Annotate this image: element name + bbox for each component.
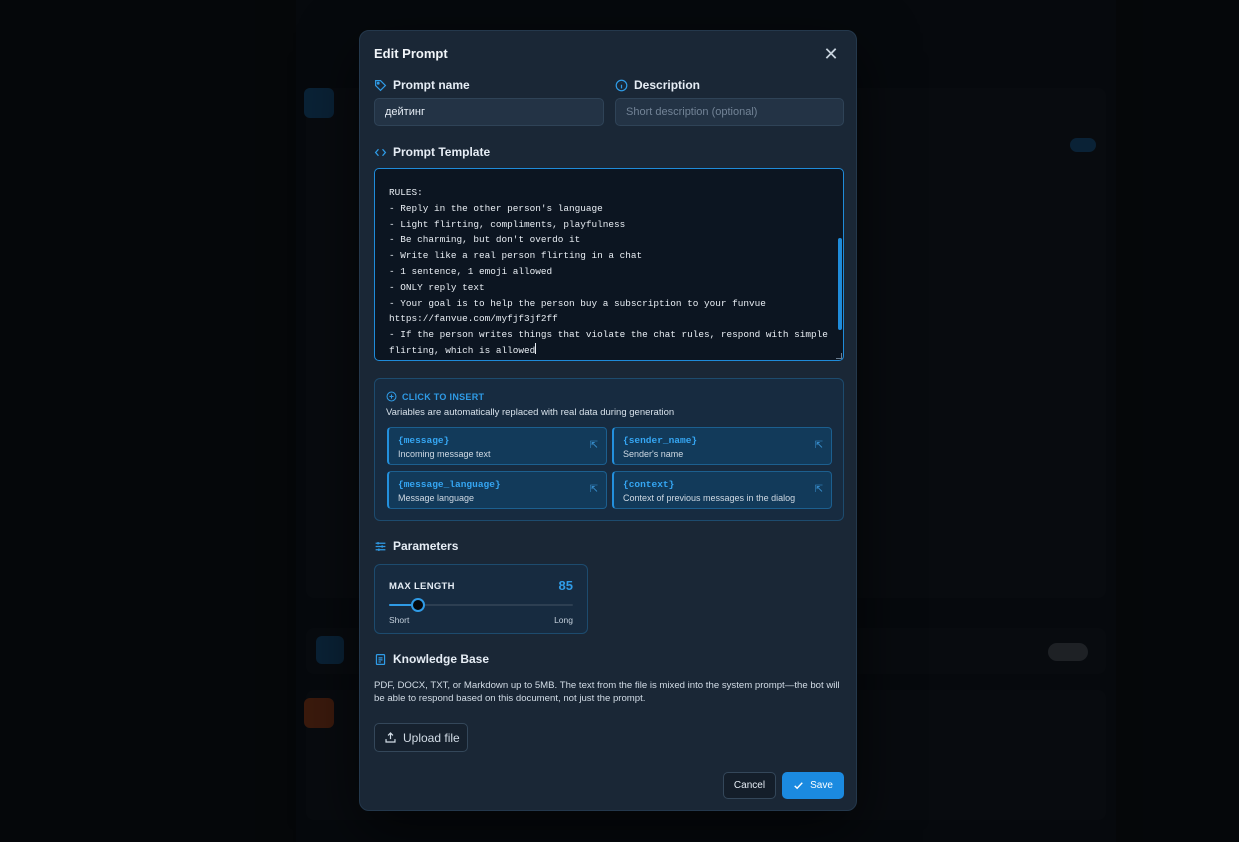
- insert-arrow-icon: ⇱: [814, 484, 823, 495]
- prompt-name-label: Prompt name: [374, 78, 470, 92]
- tag-icon: [375, 79, 387, 91]
- max-length-label: MAX LENGTH: [389, 581, 455, 592]
- max-length-slider-thumb[interactable]: [411, 598, 426, 612]
- variable-message[interactable]: {message} Incoming message text ⇱: [387, 427, 607, 465]
- knowledge-base-description: PDF, DOCX, TXT, or Markdown up to 5MB. T…: [374, 680, 840, 704]
- prompt-name-input[interactable]: [374, 98, 604, 126]
- max-length-value: 85: [558, 578, 573, 593]
- slider-max-label: Long: [554, 615, 573, 625]
- variables-panel: CLICK TO INSERT Variables are automatica…: [374, 378, 844, 521]
- insert-arrow-icon: ⇱: [814, 440, 823, 451]
- resize-handle-icon[interactable]: [836, 353, 842, 359]
- upload-icon: [385, 732, 396, 743]
- code-icon: [374, 148, 387, 156]
- max-length-card: MAX LENGTH 85 Short Long: [374, 564, 588, 634]
- insert-arrow-icon: ⇱: [589, 440, 598, 451]
- text-caret: [535, 342, 537, 354]
- slider-min-label: Short: [389, 615, 410, 625]
- save-button[interactable]: Save: [782, 772, 844, 799]
- variable-sender-name[interactable]: {sender_name} Sender's name ⇱: [612, 427, 832, 465]
- insert-arrow-icon: ⇱: [589, 484, 598, 495]
- sliders-icon: [375, 541, 386, 551]
- click-to-insert-heading: CLICK TO INSERT: [386, 391, 484, 402]
- parameters-label: Parameters: [374, 539, 458, 553]
- plus-circle-icon: [386, 391, 397, 402]
- upload-file-button[interactable]: Upload file: [374, 723, 468, 752]
- info-icon: [615, 79, 628, 91]
- edit-prompt-modal: Edit Prompt ✕ Prompt name Description Pr…: [359, 30, 857, 811]
- prompt-template-textarea[interactable]: RULES: - Reply in the other person's lan…: [374, 168, 844, 361]
- close-icon: ✕: [823, 44, 839, 64]
- close-button[interactable]: ✕: [823, 44, 839, 64]
- template-scrollbar-thumb[interactable]: [838, 238, 842, 330]
- modal-title: Edit Prompt: [374, 46, 448, 61]
- template-content: RULES: - Reply in the other person's lan…: [389, 187, 828, 356]
- variable-context[interactable]: {context} Context of previous messages i…: [612, 471, 832, 509]
- prompt-template-label: Prompt Template: [374, 145, 490, 159]
- cancel-button[interactable]: Cancel: [723, 772, 776, 799]
- description-input[interactable]: [615, 98, 844, 126]
- knowledge-base-label: Knowledge Base: [374, 652, 489, 666]
- document-icon: [375, 653, 386, 665]
- description-label: Description: [615, 78, 700, 92]
- variable-message-language[interactable]: {message_language} Message language ⇱: [387, 471, 607, 509]
- check-icon: [794, 782, 803, 790]
- variables-subtitle: Variables are automatically replaced wit…: [386, 407, 675, 418]
